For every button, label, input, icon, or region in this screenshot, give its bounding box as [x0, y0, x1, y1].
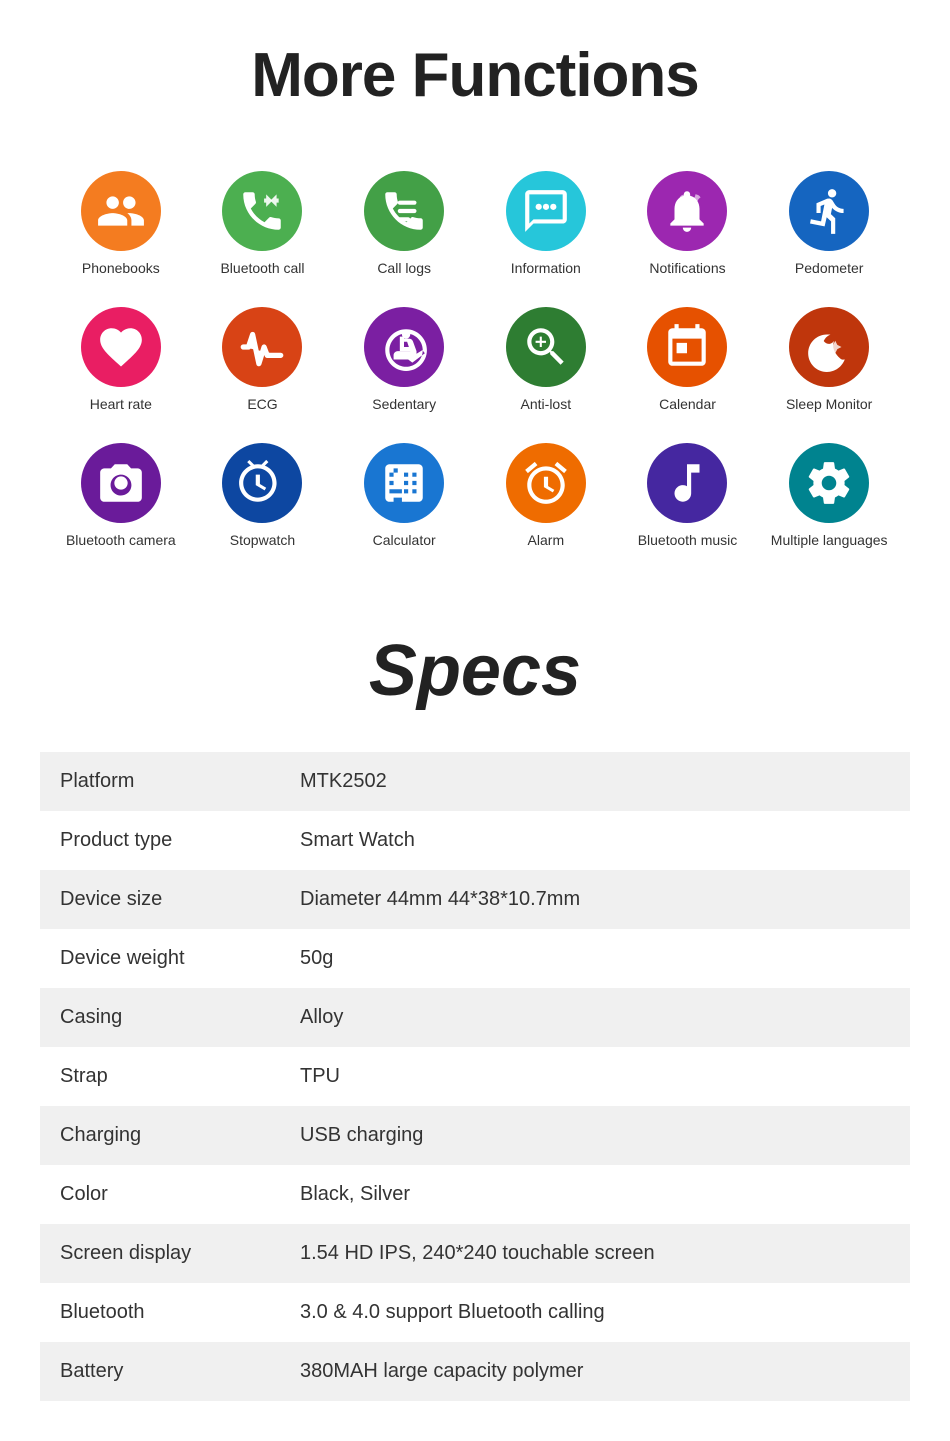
pedometer-icon: [789, 171, 869, 251]
spec-key: Strap: [40, 1047, 280, 1106]
function-sleep-monitor: Sleep Monitor: [758, 297, 900, 423]
spec-value: 380MAH large capacity polymer: [280, 1342, 910, 1401]
spec-value: 1.54 HD IPS, 240*240 touchable screen: [280, 1224, 910, 1283]
specs-title: Specs: [40, 600, 910, 752]
spec-value: TPU: [280, 1047, 910, 1106]
calculator-icon: [364, 443, 444, 523]
anti-lost-icon: [506, 307, 586, 387]
function-sedentary: Sedentary: [333, 297, 475, 423]
spec-key: Bluetooth: [40, 1283, 280, 1342]
spec-value: 3.0 & 4.0 support Bluetooth calling: [280, 1283, 910, 1342]
spec-row: Device weight50g: [40, 929, 910, 988]
information-label: Information: [511, 259, 581, 277]
function-bluetooth-camera: Bluetooth camera: [50, 433, 192, 559]
function-multiple-languages: Multiple languages: [758, 433, 900, 559]
spec-row: ColorBlack, Silver: [40, 1165, 910, 1224]
multiple-languages-icon: [789, 443, 869, 523]
calendar-label: Calendar: [659, 395, 716, 413]
spec-value: Black, Silver: [280, 1165, 910, 1224]
heart-rate-icon: [81, 307, 161, 387]
spec-key: Charging: [40, 1106, 280, 1165]
sleep-monitor-label: Sleep Monitor: [786, 395, 872, 413]
spec-row: Product typeSmart Watch: [40, 811, 910, 870]
call-logs-label: Call logs: [377, 259, 431, 277]
spec-row: ChargingUSB charging: [40, 1106, 910, 1165]
spec-key: Product type: [40, 811, 280, 870]
bluetooth-camera-icon: [81, 443, 161, 523]
calculator-label: Calculator: [373, 531, 436, 549]
stopwatch-icon: [222, 443, 302, 523]
spec-key: Screen display: [40, 1224, 280, 1283]
function-information: Information: [475, 161, 617, 287]
spec-key: Platform: [40, 752, 280, 811]
function-anti-lost: Anti-lost: [475, 297, 617, 423]
spec-key: Casing: [40, 988, 280, 1047]
spec-value: Diameter 44mm 44*38*10.7mm: [280, 870, 910, 929]
function-heart-rate: Heart rate: [50, 297, 192, 423]
function-stopwatch: Stopwatch: [192, 433, 334, 559]
spec-row: CasingAlloy: [40, 988, 910, 1047]
ecg-label: ECG: [247, 395, 277, 413]
spec-value: 50g: [280, 929, 910, 988]
more-functions-title: More Functions: [40, 0, 910, 141]
information-icon: [506, 171, 586, 251]
function-calculator: Calculator: [333, 433, 475, 559]
sleep-monitor-icon: [789, 307, 869, 387]
bluetooth-call-icon: [222, 171, 302, 251]
function-phonebooks: Phonebooks: [50, 161, 192, 287]
spec-value: Smart Watch: [280, 811, 910, 870]
multiple-languages-label: Multiple languages: [771, 531, 888, 549]
bluetooth-camera-label: Bluetooth camera: [66, 531, 176, 549]
function-pedometer: Pedometer: [758, 161, 900, 287]
anti-lost-label: Anti-lost: [521, 395, 572, 413]
spec-row: Device sizeDiameter 44mm 44*38*10.7mm: [40, 870, 910, 929]
spec-row: PlatformMTK2502: [40, 752, 910, 811]
phonebooks-icon: [81, 171, 161, 251]
notifications-label: Notifications: [649, 259, 725, 277]
alarm-label: Alarm: [528, 531, 565, 549]
functions-grid: Phonebooks Bluetooth call: [40, 161, 910, 560]
spec-key: Battery: [40, 1342, 280, 1401]
spec-value: Alloy: [280, 988, 910, 1047]
sedentary-label: Sedentary: [372, 395, 436, 413]
function-bluetooth-music: Bluetooth music: [617, 433, 759, 559]
heart-rate-label: Heart rate: [90, 395, 152, 413]
function-bluetooth-call: Bluetooth call: [192, 161, 334, 287]
ecg-icon: [222, 307, 302, 387]
function-calendar: Calendar: [617, 297, 759, 423]
spec-value: USB charging: [280, 1106, 910, 1165]
spec-row: Battery380MAH large capacity polymer: [40, 1342, 910, 1401]
function-call-logs: Call logs: [333, 161, 475, 287]
spec-key: Device size: [40, 870, 280, 929]
sedentary-icon: [364, 307, 444, 387]
specs-table: PlatformMTK2502Product typeSmart WatchDe…: [40, 752, 910, 1401]
spec-row: Screen display1.54 HD IPS, 240*240 touch…: [40, 1224, 910, 1283]
spec-key: Color: [40, 1165, 280, 1224]
bluetooth-music-label: Bluetooth music: [638, 531, 738, 549]
spec-key: Device weight: [40, 929, 280, 988]
notifications-icon: [647, 171, 727, 251]
spec-value: MTK2502: [280, 752, 910, 811]
call-logs-icon: [364, 171, 444, 251]
bluetooth-music-icon: [647, 443, 727, 523]
spec-row: Bluetooth3.0 & 4.0 support Bluetooth cal…: [40, 1283, 910, 1342]
spec-row: StrapTPU: [40, 1047, 910, 1106]
bluetooth-call-label: Bluetooth call: [220, 259, 304, 277]
page-container: More Functions Phonebooks Bluetooth call: [0, 0, 950, 1401]
stopwatch-label: Stopwatch: [230, 531, 295, 549]
pedometer-label: Pedometer: [795, 259, 863, 277]
calendar-icon: [647, 307, 727, 387]
phonebooks-label: Phonebooks: [82, 259, 160, 277]
function-notifications: Notifications: [617, 161, 759, 287]
function-ecg: ECG: [192, 297, 334, 423]
function-alarm: Alarm: [475, 433, 617, 559]
alarm-icon: [506, 443, 586, 523]
